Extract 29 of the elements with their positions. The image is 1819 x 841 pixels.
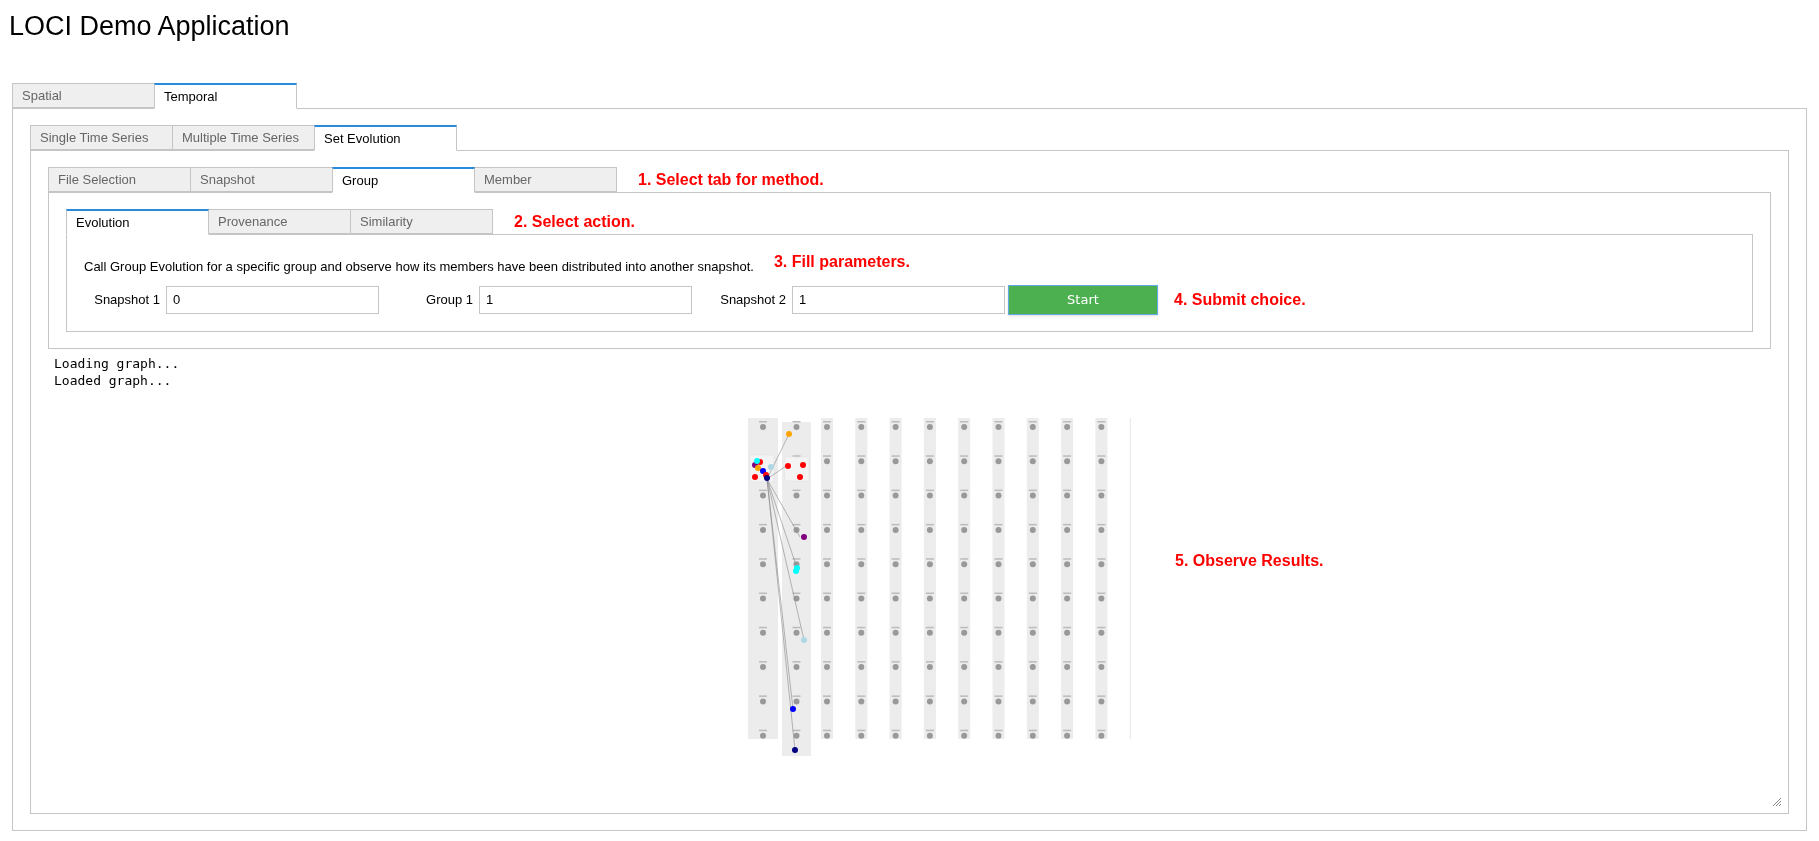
instruction-text: 3. Fill parameters. (773, 251, 910, 272)
description-text: Call Group Evolution for a specific group and observe how its members have been distributed into another snapshot. (84, 258, 754, 276)
tab[interactable]: Temporal (154, 83, 297, 109)
tab[interactable]: File Selection (48, 167, 191, 192)
tab[interactable]: Spatial (12, 83, 155, 108)
instruction-text: 4. Submit choice. (1174, 289, 1306, 310)
tab[interactable]: Set Evolution (314, 125, 457, 151)
field-label: Group 1 (425, 290, 473, 309)
log-line: Loading graph... (54, 355, 180, 372)
tab[interactable]: Single Time Series (30, 125, 173, 150)
tab[interactable]: Evolution (66, 209, 209, 235)
instruction-text: 5. Observe Results. (1175, 551, 1324, 571)
field-label: Snapshot 2 (719, 290, 786, 309)
log-line: Loaded graph... (54, 372, 172, 389)
input-field[interactable]: 1 (792, 285, 1005, 314)
tab[interactable]: Group (332, 167, 475, 193)
field-label: Snapshot 1 (93, 290, 160, 309)
tab[interactable]: Multiple Time Series (172, 125, 315, 150)
instruction-text: 2. Select action. (514, 211, 635, 232)
page-title: LOCI Demo Application (9, 10, 291, 43)
tab[interactable]: Provenance (208, 209, 351, 234)
input-field[interactable]: 0 (166, 285, 379, 314)
instruction-text: 1. Select tab for method. (638, 169, 824, 190)
resize-handle-icon[interactable] (1772, 797, 1782, 807)
tab[interactable]: Member (474, 167, 617, 192)
tab[interactable]: Snapshot (190, 167, 333, 192)
start-button[interactable]: Start (1008, 284, 1158, 315)
tab[interactable]: Similarity (350, 209, 493, 234)
input-field[interactable]: 1 (479, 285, 692, 314)
